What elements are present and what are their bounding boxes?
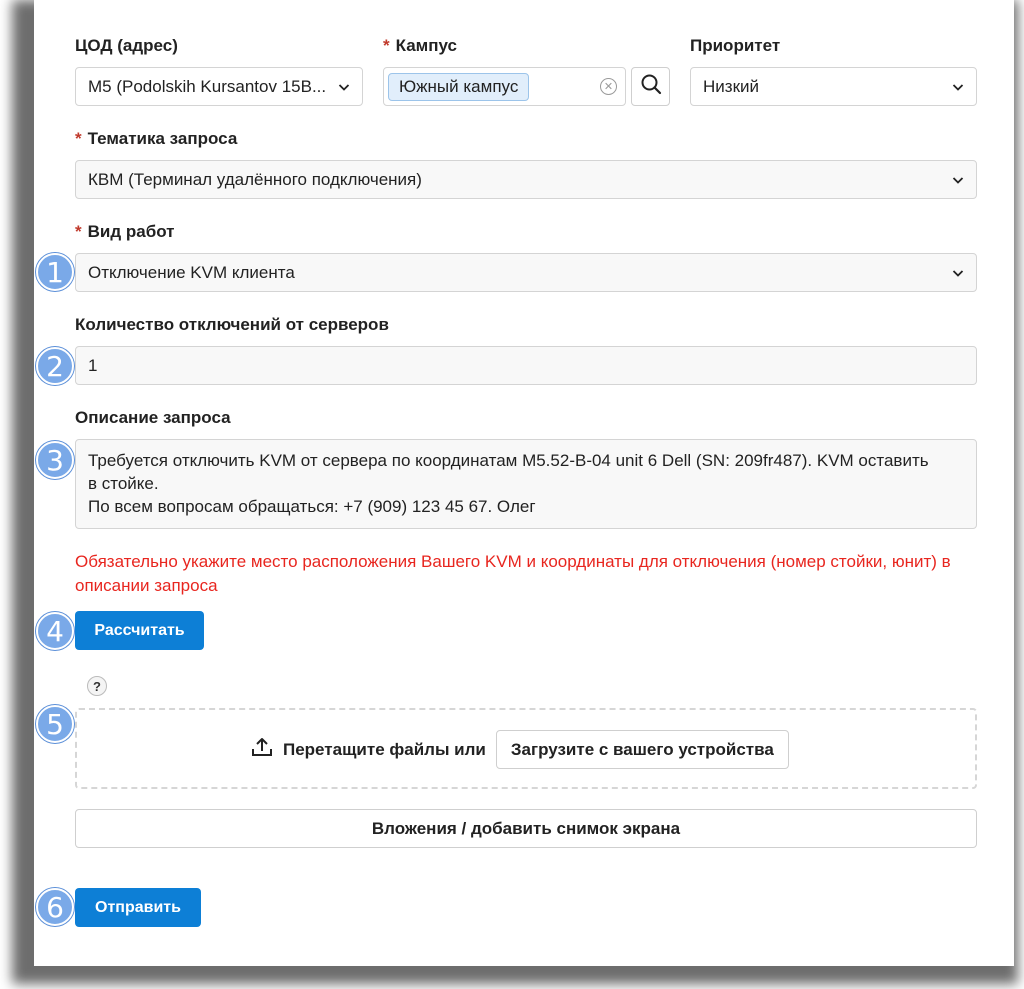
work-type-select[interactable]: Отключение KVM клиента <box>75 253 977 292</box>
file-dropzone[interactable]: Перетащите файлы или Загрузите с вашего … <box>75 708 977 789</box>
topic-select[interactable]: КВМ (Терминал удалённого подключения) <box>75 160 977 199</box>
upload-icon <box>251 736 273 763</box>
search-button[interactable] <box>631 67 670 106</box>
description-line: По всем вопросам обращаться: +7 (909) 12… <box>88 497 536 516</box>
step-badge-2: 2 <box>36 347 74 385</box>
chevron-down-icon <box>952 174 964 186</box>
step-badge-3: 3 <box>36 441 74 479</box>
cod-select[interactable]: M5 (Podolskih Kursantov 15B... <box>75 67 363 106</box>
step-badge-5: 5 <box>36 705 74 743</box>
priority-value: Низкий <box>703 76 759 96</box>
required-mark: * <box>75 222 82 241</box>
search-icon <box>640 73 662 100</box>
topic-value: КВМ (Терминал удалённого подключения) <box>88 169 422 189</box>
cod-label: ЦОД (адрес) <box>75 36 178 55</box>
work-type-label: * Вид работ <box>75 222 175 241</box>
chevron-down-icon <box>952 81 964 93</box>
count-input[interactable]: 1 <box>75 346 977 385</box>
dropzone-content: Перетащите файлы или Загрузите с вашего … <box>251 730 789 769</box>
chevron-down-icon <box>952 267 964 279</box>
priority-select[interactable]: Низкий <box>690 67 977 106</box>
topic-label: * Тематика запроса <box>75 129 238 148</box>
campus-label: * Кампус <box>383 36 457 55</box>
chevron-down-icon <box>338 81 350 93</box>
campus-tag[interactable]: Южный кампус <box>388 72 530 101</box>
work-type-value: Отключение KVM клиента <box>88 262 295 282</box>
submit-button[interactable]: Отправить <box>75 888 201 927</box>
step-badge-6: 6 <box>36 888 74 926</box>
description-label: Описание запроса <box>75 408 231 427</box>
help-icon[interactable]: ? <box>87 676 107 696</box>
description-line: в стойке. <box>88 474 159 493</box>
description-textarea[interactable]: Требуется отключить KVM от сервера по ко… <box>75 439 977 529</box>
upload-button[interactable]: Загрузите с вашего устройства <box>495 730 789 769</box>
step-badge-4: 4 <box>36 612 74 650</box>
count-label: Количество отключений от серверов <box>75 315 389 334</box>
description-line: Требуется отключить KVM от сервера по ко… <box>88 451 929 470</box>
calculate-button[interactable]: Рассчитать <box>75 611 204 650</box>
clear-icon[interactable]: ✕ <box>600 78 617 95</box>
attachments-button[interactable]: Вложения / добавить снимок экрана <box>75 809 977 848</box>
dropzone-text: Перетащите файлы или <box>283 739 486 759</box>
count-value: 1 <box>88 355 98 375</box>
required-mark: * <box>383 36 390 55</box>
location-warning: Обязательно укажите место расположения В… <box>75 552 951 595</box>
priority-label: Приоритет <box>690 36 781 55</box>
campus-select[interactable]: Южный кампус ✕ <box>383 67 626 106</box>
required-mark: * <box>75 129 82 148</box>
step-badge-1: 1 <box>36 253 74 291</box>
cod-value: M5 (Podolskih Kursantov 15B... <box>88 76 327 96</box>
